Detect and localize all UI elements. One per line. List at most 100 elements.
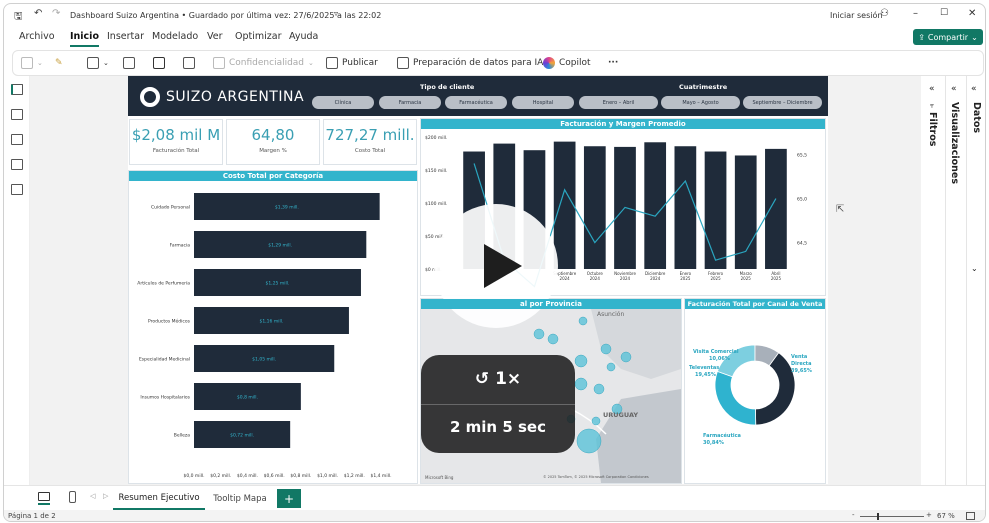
collapse-filters-icon[interactable]: « xyxy=(929,84,935,94)
format-painter-button[interactable]: ✎ xyxy=(55,51,63,75)
save-icon[interactable]: 🖫 xyxy=(14,9,23,26)
visualizations-pane-tab[interactable]: Visualizaciones xyxy=(949,102,960,184)
publish-button[interactable]: Publicar xyxy=(326,51,378,75)
table-view-icon[interactable] xyxy=(11,109,23,120)
cost-by-category-chart[interactable]: Costo Total por Categoría Cuidado Person… xyxy=(128,170,418,484)
kpi-cost-label: Costo Total xyxy=(354,148,386,154)
donut-label-televentas: Televentas 19,45% xyxy=(689,365,720,378)
menu-archivo[interactable]: Archivo xyxy=(19,31,55,42)
play-button[interactable] xyxy=(434,204,558,328)
data-pane-tab[interactable]: Datos xyxy=(971,102,982,133)
maximize-button[interactable]: ☐ xyxy=(940,8,948,18)
menu-inicio[interactable]: Inicio xyxy=(70,31,99,47)
kpi-margin-value: 64,80 xyxy=(251,126,295,144)
kpi-card-cost[interactable]: 727,27 mill. Costo Total xyxy=(323,119,417,165)
minimize-button[interactable]: – xyxy=(913,8,918,19)
fit-page-icon[interactable] xyxy=(966,512,975,520)
paste-button[interactable]: ⌄ xyxy=(21,51,43,75)
menu-ver[interactable]: Ver xyxy=(207,31,223,42)
slicer-hospital[interactable]: Hospital xyxy=(512,96,574,109)
slicer-may-ago[interactable]: Mayo – Agosto xyxy=(661,96,740,109)
collapse-data-icon[interactable]: « xyxy=(971,84,977,94)
menu-insertar[interactable]: Insertar xyxy=(107,31,144,42)
document-icon xyxy=(123,57,135,69)
cost-x-tick: $0,0 mill. xyxy=(183,473,204,479)
map-label-uruguay: URUGUAY xyxy=(603,411,639,419)
status-bar: Página 1 de 2 - + 67 % xyxy=(4,510,985,521)
menu-ayuda[interactable]: Ayuda xyxy=(289,31,318,42)
copilot-button[interactable]: Copilot xyxy=(543,51,591,75)
cost-x-tick: $0,4 mill. xyxy=(237,473,258,479)
menu-optimizar[interactable]: Optimizar xyxy=(235,31,281,42)
chevron-down-icon[interactable]: ⌄ xyxy=(971,264,978,273)
cost-category-label: Farmacia xyxy=(170,243,191,249)
text-box-button[interactable] xyxy=(183,51,195,75)
slicer-ene-abr[interactable]: Enero – Abril xyxy=(579,96,658,109)
prev-page-icon[interactable]: ◁ xyxy=(90,492,95,500)
revenue-x-tick-year: 2024 xyxy=(620,276,631,281)
revenue-x-tick-year: 2025 xyxy=(771,276,782,281)
tmdl-view-icon[interactable] xyxy=(11,184,23,195)
slicer-sep-dic[interactable]: Septiembre – Diciembre xyxy=(743,96,822,109)
new-visual-button[interactable] xyxy=(153,51,165,75)
revenue-bar xyxy=(674,146,697,269)
slicer-farmaceutica[interactable]: Farmacéutica xyxy=(445,96,507,109)
undo-icon[interactable]: ↶ xyxy=(34,8,42,19)
dax-query-icon[interactable] xyxy=(11,159,23,170)
slicer-client-label: Tipo de cliente xyxy=(420,83,475,91)
signin-link[interactable]: Iniciar sesión xyxy=(830,11,882,20)
tab-resumen-ejecutivo[interactable]: Resumen Ejecutivo xyxy=(113,488,205,510)
margin-y-tick: 65,5 xyxy=(797,153,807,159)
channel-donut-chart[interactable]: Facturación Total por Canal de Venta Vis… xyxy=(684,298,826,484)
desktop-layout-icon[interactable] xyxy=(38,492,50,501)
ai-prep-button[interactable]: Preparación de datos para IA xyxy=(397,51,543,75)
zoom-slider-thumb[interactable] xyxy=(877,513,879,520)
donut-label-farmaceutica: Farmacéutica 30,84% xyxy=(703,433,741,446)
model-view-icon[interactable] xyxy=(11,134,23,145)
kpi-card-margin[interactable]: 64,80 Margen % xyxy=(226,119,320,165)
copilot-label: Copilot xyxy=(559,58,591,68)
donut-svg xyxy=(714,344,796,426)
collapse-viz-icon[interactable]: « xyxy=(951,84,957,94)
cost-value-label: $1,16 mill. xyxy=(260,319,284,325)
kpi-card-revenue[interactable]: $2,08 mil M Facturación Total xyxy=(129,119,223,165)
slicer-clinica[interactable]: Clínica xyxy=(312,96,374,109)
more-button[interactable]: ··· xyxy=(608,51,618,75)
mobile-layout-icon[interactable] xyxy=(69,491,76,503)
revenue-chart-title: Facturación y Margen Promedio xyxy=(421,119,825,129)
zoom-slider[interactable] xyxy=(860,516,924,517)
confidentiality-button[interactable]: Confidencialidad ⌄ xyxy=(213,51,314,75)
add-page-button[interactable]: + xyxy=(277,489,301,508)
cost-category-label: Artículos de Perfumería xyxy=(137,280,190,287)
province-bubble xyxy=(606,362,616,372)
revenue-bar xyxy=(704,151,727,269)
cost-x-tick: $1,4 mill. xyxy=(370,473,391,479)
zoom-out-button[interactable]: - xyxy=(852,511,855,519)
revenue-x-tick-year: 2025 xyxy=(741,276,752,281)
title-dropdown-icon[interactable]: ▿ xyxy=(334,9,338,18)
cost-bar-svg: Cuidado Personal $1,39 mill. Farmacia $1,29… xyxy=(137,193,392,479)
revenue-x-tick-year: 2024 xyxy=(590,276,601,281)
share-button[interactable]: ⇪ Compartir ⌄ xyxy=(913,29,983,45)
title-bar: 🖫 ↶ ↷ Dashboard Suizo Argentina • Guarda… xyxy=(4,4,985,26)
menu-modelado[interactable]: Modelado xyxy=(152,31,198,42)
user-icon[interactable]: ⚇ xyxy=(880,8,889,19)
speed-control[interactable]: ↺ 1× xyxy=(421,369,575,389)
playback-info-box[interactable]: ↺ 1× 2 min 5 sec xyxy=(421,355,575,453)
province-bubble xyxy=(593,383,605,395)
tab-tooltip-mapa[interactable]: Tooltip Mapa xyxy=(205,488,275,510)
filters-pane-tab[interactable]: Filtros xyxy=(927,112,938,146)
report-view-icon[interactable] xyxy=(11,84,23,95)
refresh-button[interactable] xyxy=(123,51,135,75)
close-button[interactable]: ✕ xyxy=(968,8,976,19)
get-data-button[interactable]: ⌄ xyxy=(87,51,109,75)
zoom-in-button[interactable]: + xyxy=(926,511,932,519)
margin-y-tick: 65,0 xyxy=(797,197,807,203)
next-page-icon[interactable]: ▷ xyxy=(103,492,108,500)
page-icon xyxy=(183,57,195,69)
kpi-margin-label: Margen % xyxy=(259,148,287,154)
revenue-bar xyxy=(644,142,667,269)
redo-icon[interactable]: ↷ xyxy=(52,8,60,19)
view-switcher xyxy=(4,76,30,506)
slicer-farmacia[interactable]: Farmacia xyxy=(379,96,441,109)
